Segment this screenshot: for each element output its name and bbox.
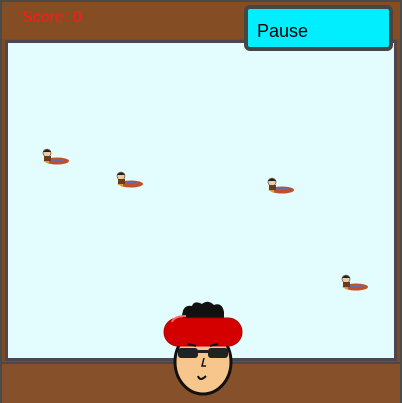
rocket-rider-icon [42, 148, 69, 165]
score-display: Score: 0 [22, 9, 82, 26]
rocket-rider-icon [116, 171, 143, 188]
game-stage[interactable]: Score: 0 Pause [0, 0, 402, 403]
rocket-rider-icon [267, 177, 294, 194]
player-avatar-icon [163, 301, 243, 396]
rocket-rider-icon [341, 274, 368, 291]
pause-button[interactable]: Pause [244, 5, 393, 51]
